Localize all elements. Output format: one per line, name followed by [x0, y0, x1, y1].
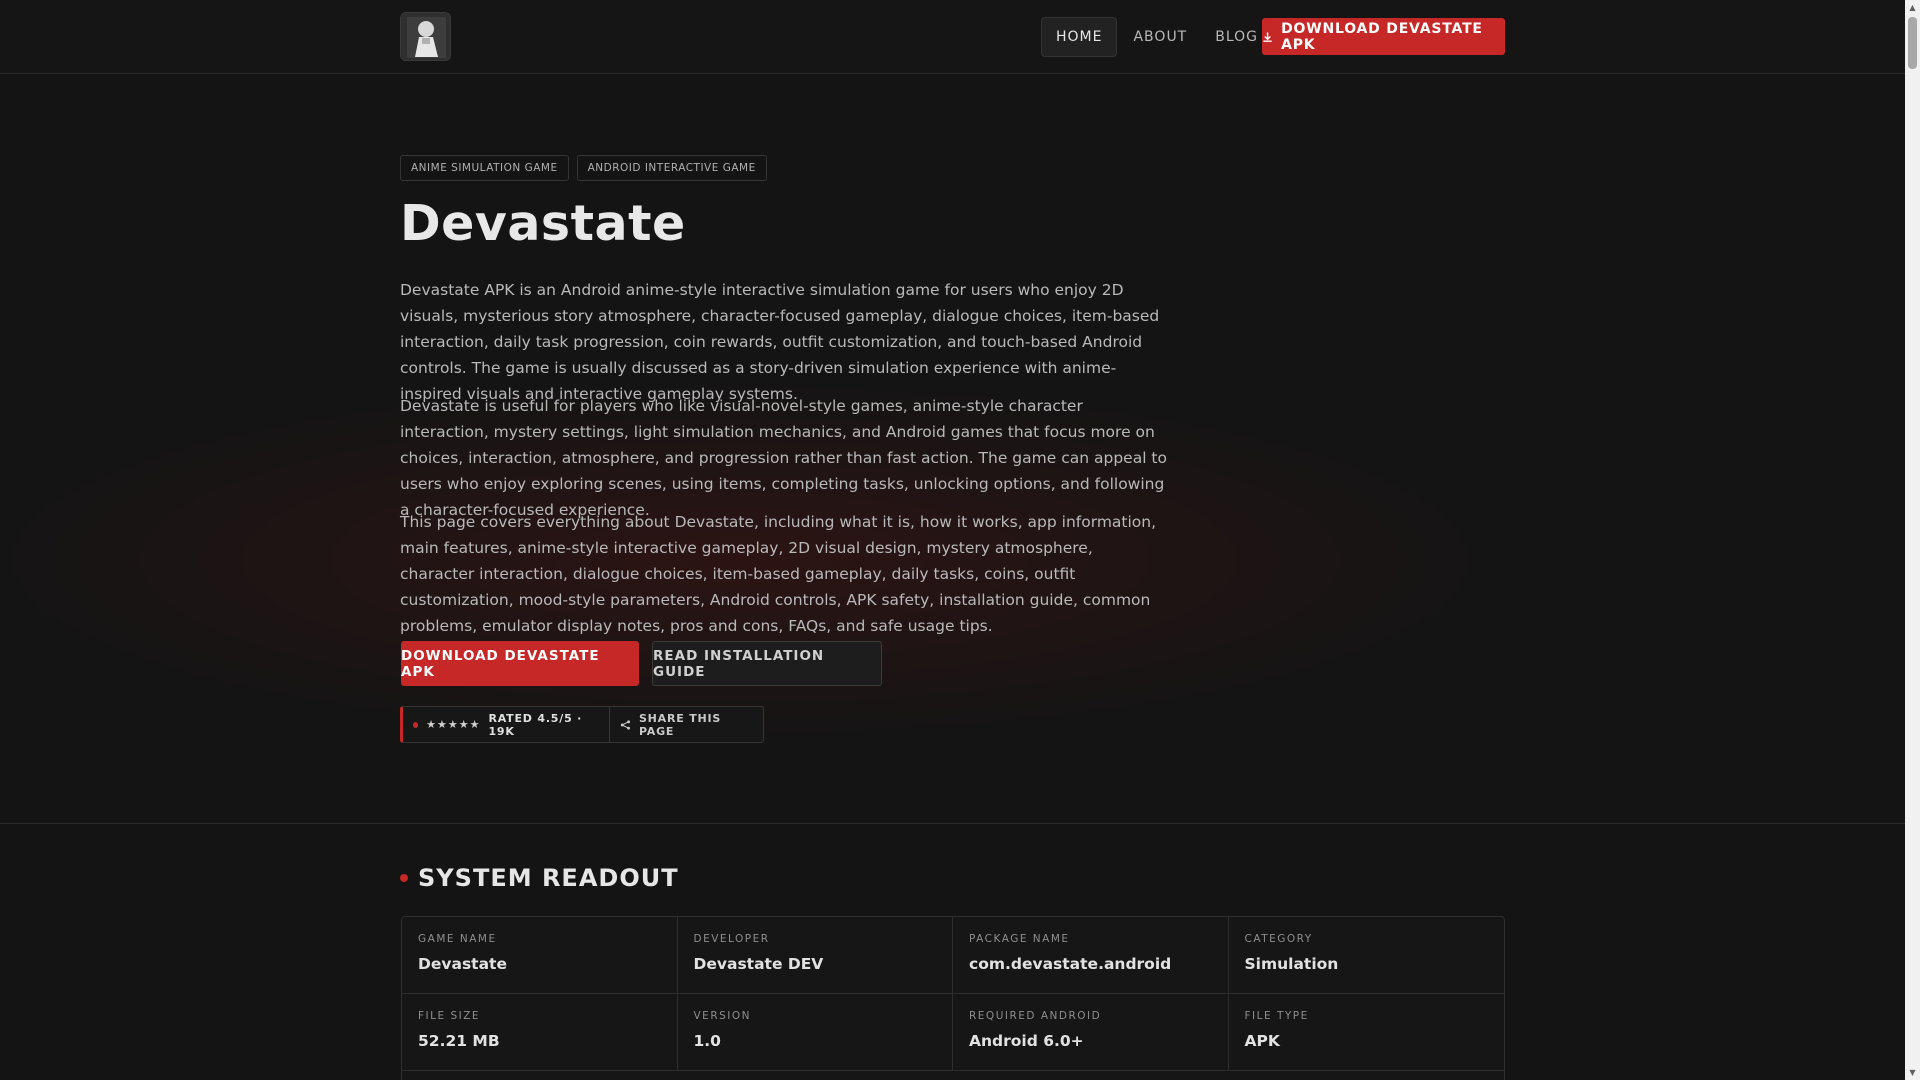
download-icon: [1263, 31, 1272, 42]
scrollbar-thumb[interactable]: [1908, 17, 1917, 69]
share-icon: [620, 719, 631, 730]
readout-cell-required-android: REQUIRED ANDROID Android 6.0+: [953, 994, 1229, 1071]
vertical-scrollbar[interactable]: ▲ ▼: [1905, 0, 1920, 1080]
page-title: Devastate: [400, 195, 686, 252]
readout-label: PACKAGE NAME: [969, 933, 1070, 945]
header-download-button[interactable]: DOWNLOAD DEVASTATE APK: [1262, 18, 1505, 55]
readout-cell-category: CATEGORY Simulation: [1228, 917, 1504, 994]
site-logo[interactable]: [400, 12, 451, 61]
readout-label: CATEGORY: [1244, 933, 1313, 945]
section-bullet-icon: [400, 874, 408, 882]
share-label: SHARE THIS PAGE: [638, 711, 722, 738]
readout-value: Devastate DEV: [693, 955, 824, 973]
readout-label: VERSION: [693, 1010, 751, 1022]
page: HOME ABOUT BLOG DOWNLOAD DEVASTATE APK A…: [0, 0, 1905, 1080]
readout-label: REQUIRED ANDROID: [969, 1010, 1102, 1022]
rating-badge: ★★★★★ RATED 4.5/5 · 19K: [403, 707, 609, 742]
scroll-up-arrow-icon[interactable]: ▲: [1905, 0, 1920, 15]
readout-value: APK: [1244, 1032, 1280, 1050]
intro-paragraph-1: Devastate APK is an Android anime-style …: [400, 281, 1160, 403]
readout-value: Android 6.0+: [969, 1032, 1084, 1050]
readout-cell-version: VERSION 1.0: [677, 994, 953, 1071]
download-apk-button[interactable]: DOWNLOAD DEVASTATE APK: [401, 641, 639, 686]
readout-value: com.devastate.android: [969, 955, 1172, 973]
share-page-button[interactable]: SHARE THIS PAGE: [609, 707, 763, 742]
rating-share-bar: ★★★★★ RATED 4.5/5 · 19K SHARE THIS PAGE: [400, 706, 764, 743]
readout-label: FILE SIZE: [418, 1010, 481, 1022]
section-divider: [0, 823, 1905, 824]
readout-cell-game-name: GAME NAME Devastate: [402, 917, 678, 994]
readout-cell-package-name: PACKAGE NAME com.devastate.android: [953, 917, 1229, 994]
system-readout-grid: GAME NAME Devastate DEVELOPER Devastate …: [401, 916, 1505, 1080]
installation-guide-button[interactable]: READ INSTALLATION GUIDE: [652, 641, 882, 686]
readout-value: 1.0: [693, 1032, 721, 1050]
scroll-down-arrow-icon[interactable]: ▼: [1905, 1065, 1920, 1080]
readout-label: FILE TYPE: [1244, 1010, 1309, 1022]
rating-stars: ★★★★★: [426, 718, 481, 731]
readout-value: Simulation: [1244, 955, 1339, 973]
logo-character-image: [401, 13, 450, 60]
nav-home[interactable]: HOME: [1041, 17, 1118, 57]
section-heading: SYSTEM READOUT: [400, 864, 679, 892]
readout-cell-file-type: FILE TYPE APK: [1228, 994, 1504, 1071]
tag-anime-simulation[interactable]: ANIME SIMULATION GAME: [400, 155, 569, 181]
tag-android-interactive[interactable]: ANDROID INTERACTIVE GAME: [576, 155, 767, 181]
section-heading-text: SYSTEM READOUT: [418, 864, 679, 892]
readout-value: Devastate: [418, 955, 507, 973]
status-dot: [413, 721, 419, 728]
readout-value: 52.21 MB: [418, 1032, 500, 1050]
readout-cell-developer: DEVELOPER Devastate DEV: [677, 917, 953, 994]
intro-paragraph-3: This page covers everything about Devast…: [400, 513, 1157, 635]
readout-cell-file-size: FILE SIZE 52.21 MB: [402, 994, 678, 1071]
header-download-label: DOWNLOAD DEVASTATE APK: [1281, 20, 1483, 53]
main-nav: HOME ABOUT BLOG: [1041, 17, 1272, 57]
readout-label: DEVELOPER: [693, 933, 770, 945]
readout-label: GAME NAME: [418, 933, 497, 945]
site-header: HOME ABOUT BLOG DOWNLOAD DEVASTATE APK: [0, 0, 1905, 74]
hero-tags: ANIME SIMULATION GAME ANDROID INTERACTIV…: [400, 155, 767, 181]
intro-paragraph-2: Devastate is useful for players who like…: [400, 397, 1167, 519]
rating-text: RATED 4.5/5 · 19K: [488, 711, 583, 738]
nav-about[interactable]: ABOUT: [1119, 17, 1201, 57]
